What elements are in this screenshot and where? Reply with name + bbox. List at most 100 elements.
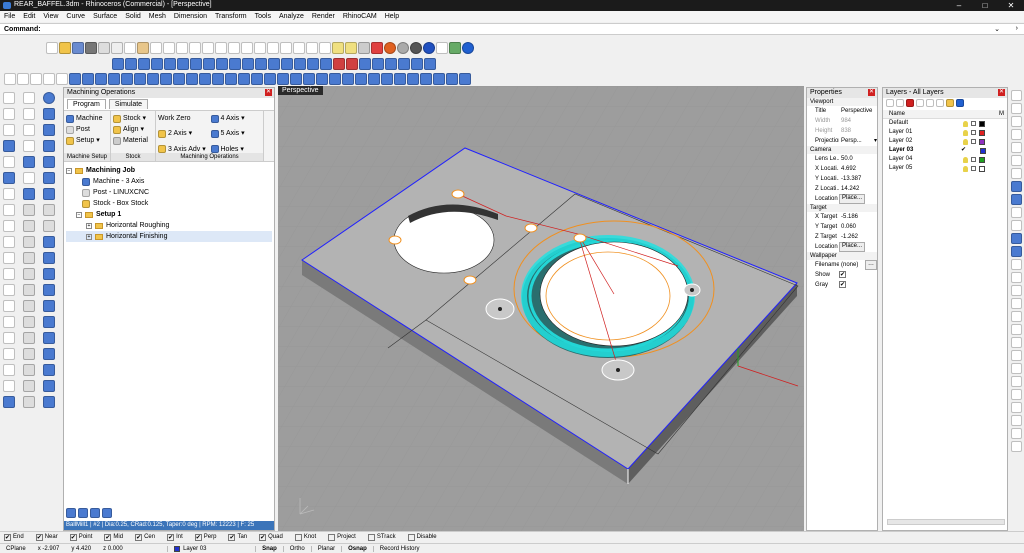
right-tool-18-icon[interactable] (1010, 311, 1022, 322)
record-history-toggle[interactable]: Record History (372, 545, 426, 552)
curve-tool-6-icon[interactable] (177, 57, 189, 70)
z-target-field[interactable]: -1.262 (839, 232, 877, 242)
lock-icon[interactable] (971, 130, 976, 135)
right-tool-10-icon[interactable] (1010, 207, 1022, 218)
tool-38-icon[interactable] (23, 284, 35, 296)
surface-13-icon[interactable] (225, 72, 237, 85)
layer-row-current[interactable]: Layer 03 ✔ (883, 146, 1007, 155)
menu-tools[interactable]: Tools (251, 11, 275, 22)
right-tool-13-icon[interactable] (1010, 246, 1022, 257)
menu-help[interactable]: Help (381, 11, 403, 22)
tool-25-icon[interactable] (3, 220, 15, 232)
tool-26-icon[interactable] (23, 220, 35, 232)
right-tool-15-icon[interactable] (1010, 272, 1022, 283)
surface-5-icon[interactable] (121, 72, 133, 85)
right-tool-05-icon[interactable] (1010, 142, 1022, 153)
tool-44-icon[interactable] (23, 316, 35, 328)
osnap-mid[interactable]: ✔ Mid (104, 533, 123, 541)
right-tool-08-icon[interactable] (1010, 181, 1022, 192)
tool-30-icon[interactable] (43, 236, 55, 248)
tab-simulate[interactable]: Simulate (108, 99, 149, 109)
surface-21-icon[interactable] (329, 72, 341, 85)
layer-row[interactable]: Layer 04 (883, 155, 1007, 164)
right-tool-22-icon[interactable] (1010, 363, 1022, 374)
curve-tool-24-icon[interactable] (411, 57, 423, 70)
tool-12-icon[interactable] (43, 140, 55, 152)
surface-29-icon[interactable] (433, 72, 445, 85)
tool-19-icon[interactable] (3, 188, 15, 200)
lock-icon[interactable] (971, 166, 976, 171)
projection-select[interactable]: Persp... (839, 136, 874, 146)
right-tool-12-icon[interactable] (1010, 233, 1022, 244)
layer-color-swatch[interactable] (979, 138, 985, 145)
tool-39-icon[interactable] (43, 284, 55, 296)
y-target-field[interactable]: 0.060 (839, 222, 877, 232)
tool-33-icon[interactable] (43, 252, 55, 264)
setup-button[interactable]: Setup ▾ (66, 135, 108, 146)
osnap-project[interactable]: Project (328, 533, 356, 541)
osnap-point[interactable]: ✔ Point (69, 533, 92, 541)
minimize-button[interactable]: – (946, 0, 972, 11)
curve-tool-14-icon[interactable] (281, 57, 293, 70)
tool-20-icon[interactable] (23, 188, 35, 200)
right-tool-19-icon[interactable] (1010, 324, 1022, 335)
surface-31-icon[interactable] (459, 72, 471, 85)
surface-17-icon[interactable] (277, 72, 289, 85)
tree-node-setup[interactable]: − Setup 1 (66, 209, 272, 220)
tool-45-icon[interactable] (43, 316, 55, 328)
curve-tool-5-icon[interactable] (164, 57, 176, 70)
surface-6-icon[interactable] (134, 72, 146, 85)
help-icon[interactable] (462, 41, 474, 54)
5-axis-button[interactable]: 5 Axis ▾ (210, 128, 262, 139)
menu-mesh[interactable]: Mesh (145, 11, 170, 22)
tool-04-icon[interactable] (3, 108, 15, 120)
light-bulb-icon[interactable] (963, 120, 968, 127)
tool-40-icon[interactable] (3, 300, 15, 312)
tool-48-icon[interactable] (43, 332, 55, 344)
surface-1-icon[interactable] (69, 72, 81, 85)
cut-icon[interactable] (111, 41, 123, 54)
surface-4-icon[interactable] (108, 72, 120, 85)
osnap-icon[interactable] (306, 41, 318, 54)
osnap-checkbox[interactable]: ✔ (194, 533, 202, 541)
surface-19-icon[interactable] (303, 72, 315, 85)
osnap-checkbox[interactable]: ✔ (69, 533, 77, 541)
surface-2-icon[interactable] (82, 72, 94, 85)
curve-tool-11-icon[interactable] (242, 57, 254, 70)
select-icon[interactable] (163, 41, 175, 54)
new-sublayer-icon[interactable] (896, 99, 904, 107)
osnap-checkbox[interactable]: ✔ (167, 533, 175, 541)
tool-library-icon[interactable] (66, 508, 76, 518)
tool-24-icon[interactable] (43, 204, 55, 216)
tool-09-icon[interactable] (43, 124, 55, 136)
tool-11-icon[interactable] (23, 140, 35, 152)
command-history-icon[interactable]: › (1016, 25, 1018, 32)
paste-icon[interactable] (137, 41, 149, 54)
curve-tool-10-icon[interactable] (229, 57, 241, 70)
tree-node-machine[interactable]: Machine - 3 Axis (66, 176, 272, 187)
right-tool-02-icon[interactable] (1010, 103, 1022, 114)
tool-41-icon[interactable] (23, 300, 35, 312)
cplane-indicator[interactable]: CPlane (0, 546, 32, 552)
menu-curve[interactable]: Curve (62, 11, 89, 22)
osnap-checkbox[interactable]: ✔ (35, 533, 43, 541)
rendered-sphere-icon[interactable] (410, 41, 422, 54)
osnap-perp[interactable]: ✔ Perp (194, 533, 216, 541)
camera-place-button[interactable]: Place... (839, 194, 866, 204)
right-tool-21-icon[interactable] (1010, 350, 1022, 361)
tool-08-icon[interactable] (23, 124, 35, 136)
z-location-field[interactable]: 14.242 (839, 184, 877, 194)
tool-14-icon[interactable] (23, 156, 35, 168)
layer-row[interactable]: Layer 02 (883, 137, 1007, 146)
surface-18-icon[interactable] (290, 72, 302, 85)
zoom-extents-icon[interactable] (228, 41, 240, 54)
curve-tool-18-icon[interactable] (333, 57, 345, 70)
tool-32-icon[interactable] (23, 252, 35, 264)
layer-row[interactable]: Default (883, 119, 1007, 128)
circle-icon[interactable] (30, 72, 42, 85)
hide-icon[interactable] (345, 41, 357, 54)
curve-tool-2-icon[interactable] (125, 57, 137, 70)
osnap-cen[interactable]: ✔ Cen (135, 533, 155, 541)
tool-58-icon[interactable] (3, 396, 15, 408)
tool-16-icon[interactable] (3, 172, 15, 184)
